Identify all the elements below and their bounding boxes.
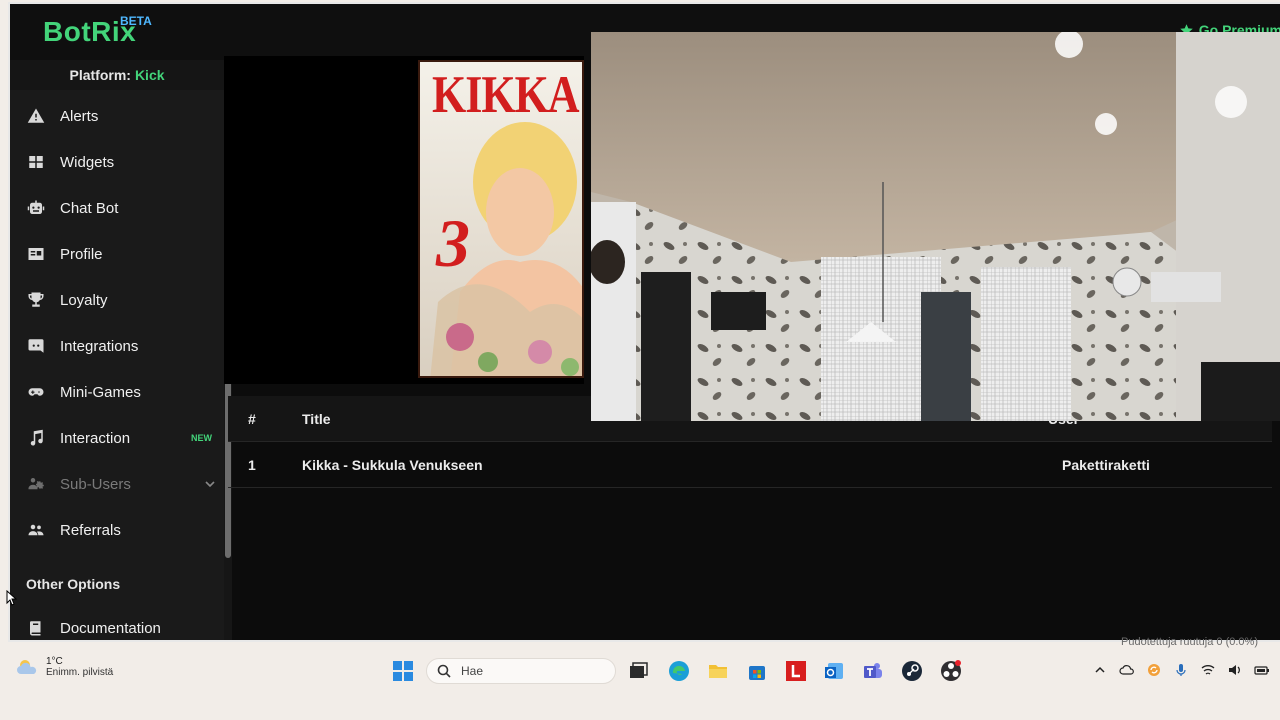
onedrive-cloud-icon[interactable]: [1119, 662, 1135, 678]
microsoft-store-icon[interactable]: [746, 660, 768, 682]
sidebar-item-label: Chat Bot: [60, 199, 119, 217]
user-friends-icon: [26, 520, 46, 540]
edge-browser-icon[interactable]: [668, 660, 690, 682]
weather-description: Enimm. pilvistä: [46, 667, 114, 678]
sidebar-item-referrals[interactable]: Referrals: [10, 509, 224, 551]
weather-widget[interactable]: 1°C Enimm. pilvistä: [16, 656, 113, 678]
battery-icon[interactable]: [1254, 662, 1270, 678]
file-explorer-icon[interactable]: [707, 660, 729, 682]
sidebar-item-profile[interactable]: Profile: [10, 233, 224, 275]
steam-icon[interactable]: [901, 660, 923, 682]
sidebar-item-interaction[interactable]: Interaction NEW: [10, 417, 224, 459]
poster-title: KIKKA: [432, 65, 580, 124]
discord-icon: [26, 336, 46, 356]
row-user: Pakettiraketti: [1062, 457, 1150, 473]
sync-icon[interactable]: [1146, 662, 1162, 678]
video-poster-image: KIKKA 3: [418, 60, 584, 378]
task-view-icon[interactable]: [627, 660, 649, 682]
row-title: Kikka - Sukkula Venukseen: [302, 457, 483, 473]
system-tray: [1092, 662, 1270, 678]
windows-start-icon[interactable]: [392, 660, 414, 682]
teams-icon[interactable]: [862, 660, 884, 682]
table-row[interactable]: 1 Kikka - Sukkula Venukseen Pakettiraket…: [228, 442, 1272, 488]
l-app-icon[interactable]: [785, 660, 807, 682]
column-header-number: #: [248, 411, 256, 427]
webcam-overlay: [591, 32, 1280, 421]
sidebar: Platform: Kick Alerts Widgets Chat Bot P…: [10, 60, 224, 640]
trophy-icon: [26, 290, 46, 310]
search-placeholder: Hae: [461, 664, 484, 678]
sidebar-item-mini-games[interactable]: Mini-Games: [10, 371, 224, 413]
row-number: 1: [248, 457, 256, 473]
widgets-grid-icon: [26, 152, 46, 172]
alert-triangle-icon: [26, 106, 46, 126]
sidebar-item-integrations[interactable]: Integrations: [10, 325, 224, 367]
chevron-up-icon[interactable]: [1092, 662, 1108, 678]
sidebar-item-label: Sub-Users: [60, 475, 131, 493]
sidebar-item-label: Integrations: [60, 337, 139, 355]
id-card-icon: [26, 244, 46, 264]
sidebar-item-chat-bot[interactable]: Chat Bot: [10, 187, 224, 229]
sidebar-item-alerts[interactable]: Alerts: [10, 95, 224, 137]
column-header-title[interactable]: Title: [302, 396, 331, 442]
platform-indicator: Platform: Kick: [10, 60, 224, 90]
sidebar-item-widgets[interactable]: Widgets: [10, 141, 224, 183]
sidebar-item-documentation[interactable]: Documentation: [10, 607, 224, 640]
book-icon: [26, 618, 46, 638]
sidebar-item-label: Referrals: [60, 521, 121, 539]
weather-temperature: 1°C: [46, 656, 63, 667]
sidebar-item-label: Mini-Games: [60, 383, 141, 401]
speaker-icon[interactable]: [1227, 662, 1243, 678]
obs-studio-icon[interactable]: [940, 660, 962, 682]
sidebar-item-label: Interaction: [60, 429, 131, 447]
sidebar-item-sub-users[interactable]: Sub-Users: [10, 463, 224, 505]
sidebar-item-label: Widgets: [60, 153, 115, 171]
dropped-frames-status: Pudotettuja ruutuja 0 (0.0%): [1121, 636, 1258, 648]
robot-icon: [26, 198, 46, 218]
outlook-mail-icon[interactable]: [823, 660, 845, 682]
platform-value: Kick: [134, 67, 165, 83]
sidebar-item-label: Documentation: [60, 619, 161, 637]
microphone-icon[interactable]: [1173, 662, 1189, 678]
windows-taskbar: 1°C Enimm. pilvistä Hae: [0, 650, 1280, 692]
chevron-down-icon[interactable]: [204, 478, 216, 490]
desktop-screen: BotRix BETA Go Premium Platform: Kick Al…: [0, 0, 1280, 720]
wifi-icon[interactable]: [1200, 662, 1216, 678]
other-options-heading: Other Options: [26, 576, 121, 592]
beta-badge: BETA: [120, 14, 152, 28]
music-note-icon: [26, 428, 46, 448]
sidebar-item-label: Loyalty: [60, 291, 108, 309]
sidebar-item-label: Profile: [60, 245, 103, 263]
sidebar-item-loyalty[interactable]: Loyalty: [10, 279, 224, 321]
cloudy-weather-icon: [17, 660, 37, 674]
gamepad-icon: [26, 382, 46, 402]
search-icon: [437, 664, 451, 678]
sidebar-item-label: Alerts: [60, 107, 99, 125]
taskbar-search[interactable]: Hae: [426, 658, 616, 684]
new-badge: NEW: [191, 433, 212, 443]
users-cog-icon: [26, 474, 46, 494]
platform-label: Platform:: [69, 67, 131, 83]
mouse-cursor-icon: [6, 590, 18, 606]
poster-number: 3: [436, 205, 470, 281]
